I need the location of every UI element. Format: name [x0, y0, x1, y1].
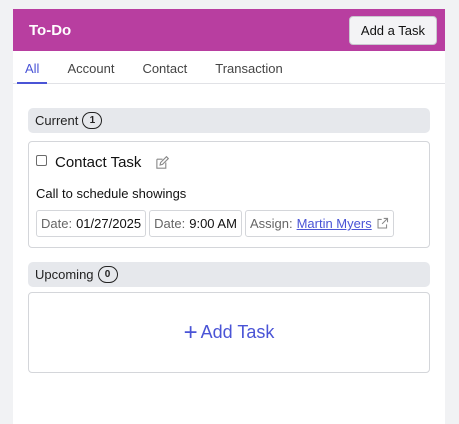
task-checkbox[interactable] [36, 155, 47, 166]
add-task-label: Add Task [200, 322, 275, 342]
add-task-link[interactable]: + Add Task [29, 293, 429, 372]
task-time-chip: Date: 9:00 AM [149, 210, 242, 237]
current-section-label: Current [35, 113, 79, 128]
task-assign-chip: Assign: Martin Myers [244, 210, 394, 237]
task-title: Contact Task [55, 154, 142, 171]
time-label: Date: [154, 216, 186, 231]
todo-header: To-Do Add a Task [13, 9, 445, 51]
task-card: Contact Task Call to schedule showings D… [28, 141, 430, 248]
assign-label: Assign: [249, 216, 293, 231]
upcoming-count-badge: 0 [97, 266, 118, 283]
add-a-task-button[interactable]: Add a Task [348, 15, 437, 45]
time-value: 9:00 AM [189, 216, 237, 231]
plus-icon: + [183, 318, 198, 346]
task-date-chip: Date: 01/27/2025 [36, 210, 147, 237]
upcoming-empty-card: + Add Task [28, 292, 430, 373]
task-description: Call to schedule showings [36, 186, 187, 201]
date-label: Date: [41, 216, 73, 231]
external-link-icon[interactable] [376, 217, 389, 230]
header-title: To-Do [29, 21, 72, 39]
pencil-square-icon[interactable] [155, 155, 170, 170]
current-count-badge: 1 [82, 112, 103, 129]
upcoming-section-header: Upcoming 0 [28, 262, 430, 287]
filter-tabs: All Account Contact Transaction [13, 51, 445, 84]
tab-contact[interactable]: Contact [134, 61, 195, 83]
current-section-header: Current 1 [28, 108, 430, 133]
tab-all[interactable]: All [17, 61, 48, 84]
upcoming-section-label: Upcoming [35, 267, 94, 282]
assignee-link[interactable]: Martin Myers [297, 216, 372, 231]
tab-account[interactable]: Account [59, 61, 122, 83]
todo-panel: To-Do Add a Task All Account Contact Tra… [13, 9, 445, 424]
tab-transaction[interactable]: Transaction [207, 61, 290, 83]
date-value: 01/27/2025 [76, 216, 142, 231]
